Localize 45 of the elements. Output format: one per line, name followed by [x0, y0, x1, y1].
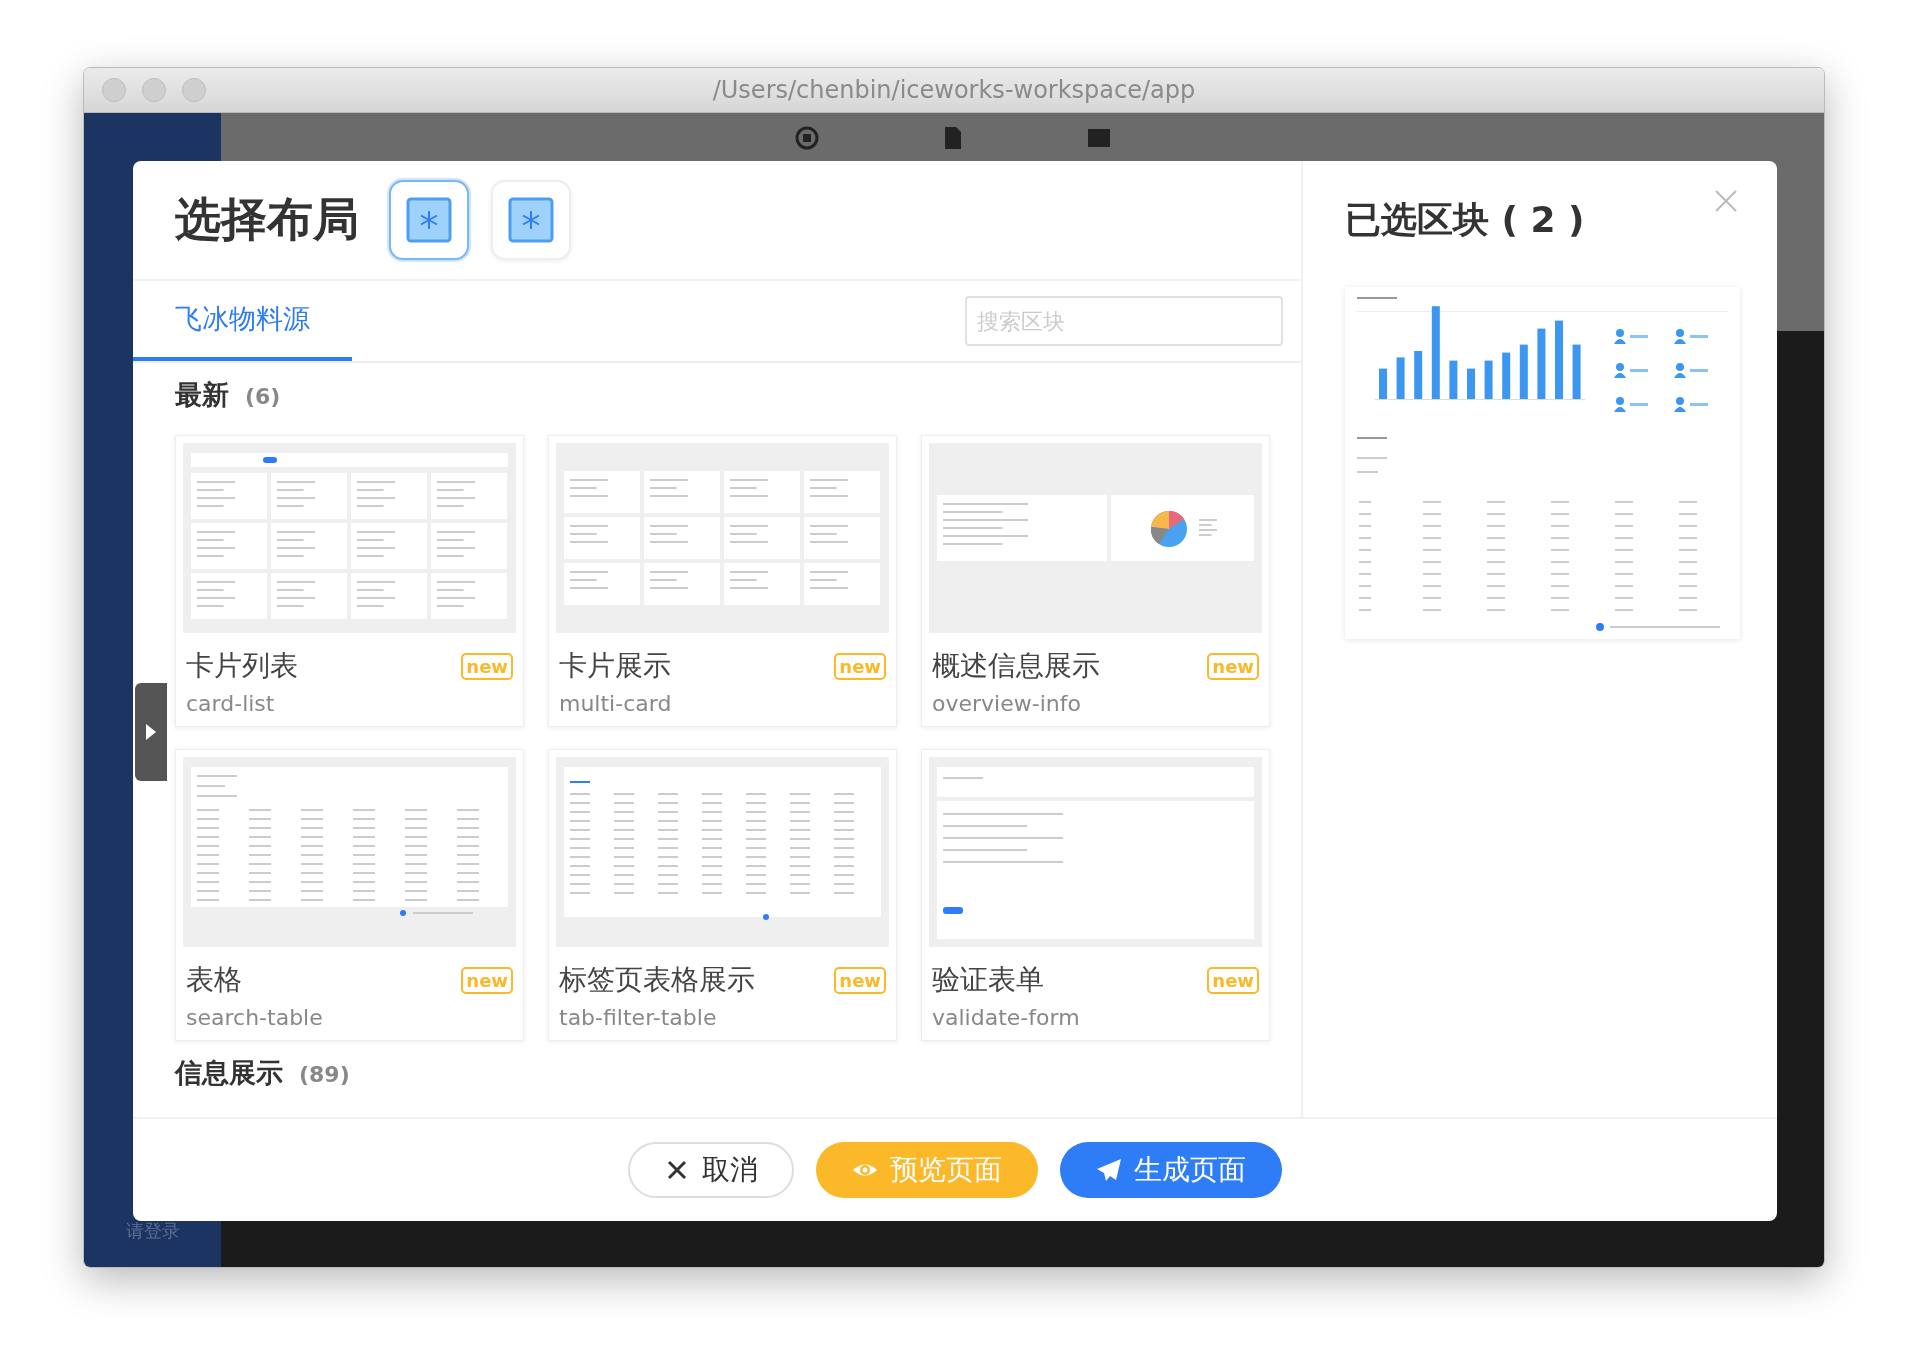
new-badge: new [1207, 966, 1259, 994]
block-name: multi-card [558, 690, 673, 716]
block-title: 表格 [186, 962, 242, 998]
expand-handle[interactable] [135, 683, 167, 781]
block-card[interactable]: 验证表单 new validate-form [921, 749, 1270, 1041]
block-card[interactable]: 表格 new search-table [175, 749, 524, 1041]
paper-plane-icon [1096, 1157, 1122, 1183]
block-name: validate-form [931, 1004, 1081, 1030]
minimize-window-button[interactable] [142, 78, 166, 102]
block-card[interactable]: 卡片列表 new card-list [175, 435, 524, 727]
close-window-button[interactable] [102, 78, 126, 102]
block-title: 卡片列表 [186, 648, 298, 684]
block-card[interactable]: 卡片展示 new multi-card [548, 435, 897, 727]
block-name: overview-info [931, 690, 1082, 716]
new-badge: new [834, 966, 886, 994]
selected-blocks-title: 已选区块 ( 2 ) [1345, 197, 1585, 242]
new-badge: new [834, 652, 886, 680]
section-count: (89) [299, 1062, 350, 1087]
block-card[interactable]: 标签页表格展示 new tab-filter-table [548, 749, 897, 1041]
block-name: card-list [185, 690, 276, 716]
source-tab[interactable]: 飞冰物料源 [133, 281, 352, 361]
dialog-title: 选择布局 [175, 191, 359, 248]
block-card[interactable]: 概述信息展示 new overview-info [921, 435, 1270, 727]
generate-button[interactable]: 生成页面 [1060, 1142, 1282, 1198]
cancel-button[interactable]: 取消 [628, 1142, 794, 1198]
block-title: 概述信息展示 [932, 648, 1100, 684]
layout-icon [406, 197, 452, 243]
block-title: 验证表单 [932, 962, 1044, 998]
section-title: 信息展示 [175, 1056, 283, 1090]
new-badge: new [461, 966, 513, 994]
section-count: (6) [245, 384, 281, 409]
zoom-window-button[interactable] [182, 78, 206, 102]
block-name: search-table [185, 1004, 324, 1030]
block-preview-drawing[interactable] [1345, 287, 1740, 639]
new-badge: new [1207, 652, 1259, 680]
new-badge: new [461, 652, 513, 680]
record-icon[interactable] [793, 125, 820, 151]
layout-icon [508, 197, 554, 243]
window-title: /Users/chenbin/iceworks-workspace/app [712, 76, 1196, 104]
block-name: tab-filter-table [558, 1004, 718, 1030]
layout-option[interactable] [389, 180, 469, 260]
block-title: 卡片展示 [559, 648, 671, 684]
caret-icon [145, 723, 157, 741]
block-title: 标签页表格展示 [559, 962, 755, 998]
section-title: 最新 [175, 378, 229, 412]
